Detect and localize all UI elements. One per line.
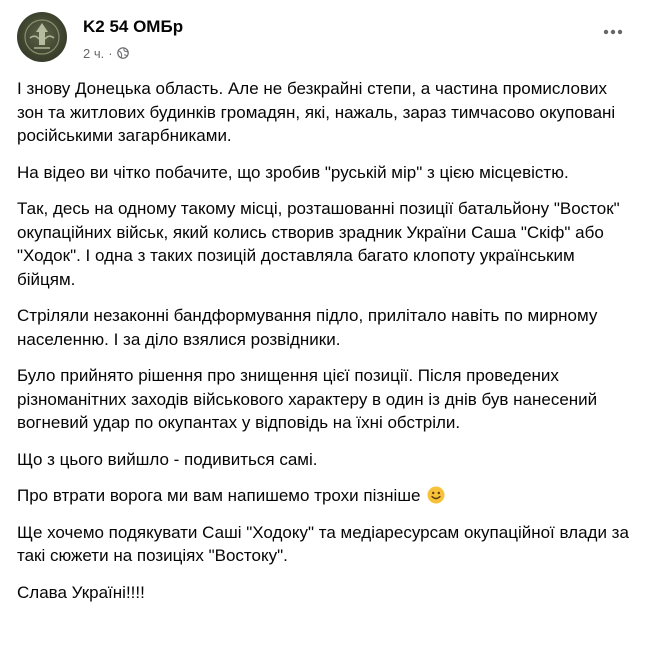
post-paragraph: На відео ви чітко побачите, що зробив "р… — [17, 162, 569, 182]
unit-emblem-icon — [24, 19, 60, 55]
post-paragraph: Ще хочемо подякувати Саші "Ходоку" та ме… — [17, 522, 629, 566]
post-paragraph: Стріляли незаконні бандформування підло,… — [17, 306, 598, 349]
post-paragraph: Слава Україні!!!! — [17, 582, 145, 602]
meta-separator: · — [108, 45, 113, 61]
avatar[interactable] — [17, 12, 67, 62]
smiling-face-icon — [427, 486, 445, 504]
post-paragraph: Було прийнято рішення про знищення цієї … — [17, 366, 598, 432]
post-meta: 2 ч. · — [83, 44, 129, 62]
more-horizontal-icon — [603, 29, 623, 35]
post-paragraph: Що з цього вийшло - подивиться самі. — [17, 449, 318, 469]
post-paragraph: Про втрати ворога ми вам напишемо трохи … — [17, 484, 631, 508]
post-time[interactable]: 2 ч. — [83, 46, 104, 61]
post-header: K2 54 ОМБр 2 ч. · — [17, 12, 631, 62]
post-paragraph: І знову Донецька область. Але не безкрай… — [17, 79, 616, 145]
post-text: І знову Донецька область. Але не безкрай… — [17, 77, 631, 617]
post-paragraph: Так, десь на одному такому місці, розташ… — [17, 199, 620, 289]
globe-icon[interactable] — [116, 47, 129, 59]
author-name[interactable]: K2 54 ОМБр — [83, 17, 183, 37]
post-paragraph-text: Про втрати ворога ми вам напишемо трохи … — [17, 486, 421, 505]
more-options-button[interactable] — [595, 14, 631, 50]
